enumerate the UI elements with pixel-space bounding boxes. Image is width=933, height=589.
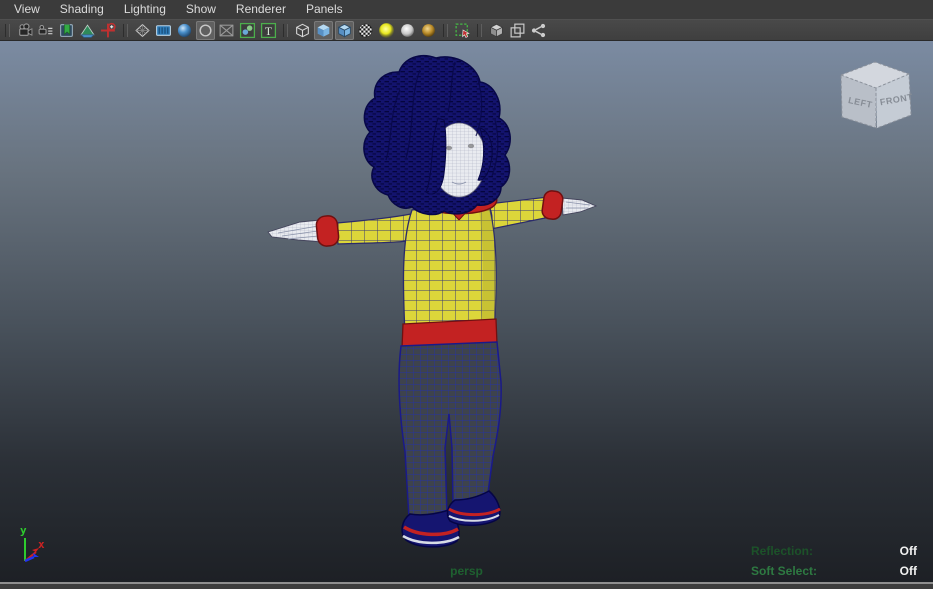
- character-right-cuff[interactable]: [541, 190, 564, 220]
- shaded-mode-icon[interactable]: [175, 21, 194, 40]
- hud-row-soft-select: Soft Select: Off: [751, 565, 917, 578]
- maya-viewport-window: View Shading Lighting Show Renderer Panels T: [0, 0, 933, 589]
- default-lighting-icon[interactable]: [398, 21, 417, 40]
- menubar: View Shading Lighting Show Renderer Panels: [0, 0, 933, 19]
- soft-select-value: Off: [899, 564, 917, 578]
- xray-cube-icon[interactable]: [487, 21, 506, 40]
- wireframe-on-shaded-cube-icon[interactable]: [335, 20, 354, 40]
- bounding-box-icon[interactable]: [217, 21, 236, 40]
- smooth-shaded-cube-icon[interactable]: [314, 20, 333, 40]
- character-model[interactable]: [0, 41, 933, 582]
- menu-item-panels[interactable]: Panels: [296, 0, 353, 19]
- toolbar-separator: [443, 23, 448, 37]
- all-lights-icon[interactable]: [419, 21, 438, 40]
- reflection-value: Off: [899, 544, 917, 558]
- flat-shade-icon[interactable]: [196, 20, 215, 40]
- menu-item-view[interactable]: View: [4, 0, 50, 19]
- select-camera-icon[interactable]: [15, 21, 34, 40]
- isolate-select-icon[interactable]: [453, 21, 472, 40]
- y-axis-label: y: [20, 524, 27, 537]
- wireframe-cube-icon[interactable]: [293, 21, 312, 40]
- viewport-3d[interactable]: LEFT FRONT y x persp Reflection: Off Soft …: [0, 41, 933, 582]
- pivot-magnifier-icon[interactable]: [99, 21, 118, 40]
- reflection-label: Reflection:: [751, 544, 814, 558]
- xray-active-components-icon[interactable]: [508, 21, 527, 40]
- left-eye: [445, 145, 453, 151]
- toolbar-separator: [477, 23, 482, 37]
- window-bottom-edge: [0, 582, 933, 589]
- bookmark-icon[interactable]: [57, 21, 76, 40]
- toolbar-separator: [5, 23, 10, 37]
- character-left-arm[interactable]: [336, 213, 414, 245]
- image-plane-icon[interactable]: [78, 21, 97, 40]
- toolbar-separator: [283, 23, 288, 37]
- toolbar: T: [0, 19, 933, 41]
- character-left-cuff[interactable]: [315, 215, 340, 247]
- hud-row-reflection: Reflection: Off: [751, 545, 917, 558]
- menu-item-lighting[interactable]: Lighting: [114, 0, 176, 19]
- character-right-arm[interactable]: [487, 196, 551, 230]
- menu-item-renderer[interactable]: Renderer: [226, 0, 296, 19]
- default-material-icon[interactable]: [238, 21, 257, 40]
- menu-item-show[interactable]: Show: [176, 0, 226, 19]
- right-eye: [467, 143, 475, 149]
- soft-select-label: Soft Select:: [751, 564, 818, 578]
- wireframe-mode-icon[interactable]: [133, 21, 152, 40]
- plugin-shading-icon[interactable]: [529, 21, 548, 40]
- camera-attributes-icon[interactable]: [36, 21, 55, 40]
- menu-item-shading[interactable]: Shading: [50, 0, 114, 19]
- character-left-hand[interactable]: [267, 219, 323, 243]
- character-right-hand[interactable]: [561, 197, 598, 216]
- character-pants[interactable]: [398, 341, 502, 519]
- toolbar-separator: [123, 23, 128, 37]
- view-cube[interactable]: LEFT FRONT: [834, 57, 918, 135]
- svg-text:T: T: [265, 24, 272, 37]
- hud: Reflection: Off Soft Select: Off: [751, 538, 917, 578]
- no-lights-icon[interactable]: [377, 21, 396, 40]
- textured-mode-icon[interactable]: T: [259, 21, 278, 40]
- textured-sphere-icon[interactable]: [356, 21, 375, 40]
- smooth-shade-icon[interactable]: [154, 21, 173, 40]
- x-axis-label: x: [38, 538, 45, 551]
